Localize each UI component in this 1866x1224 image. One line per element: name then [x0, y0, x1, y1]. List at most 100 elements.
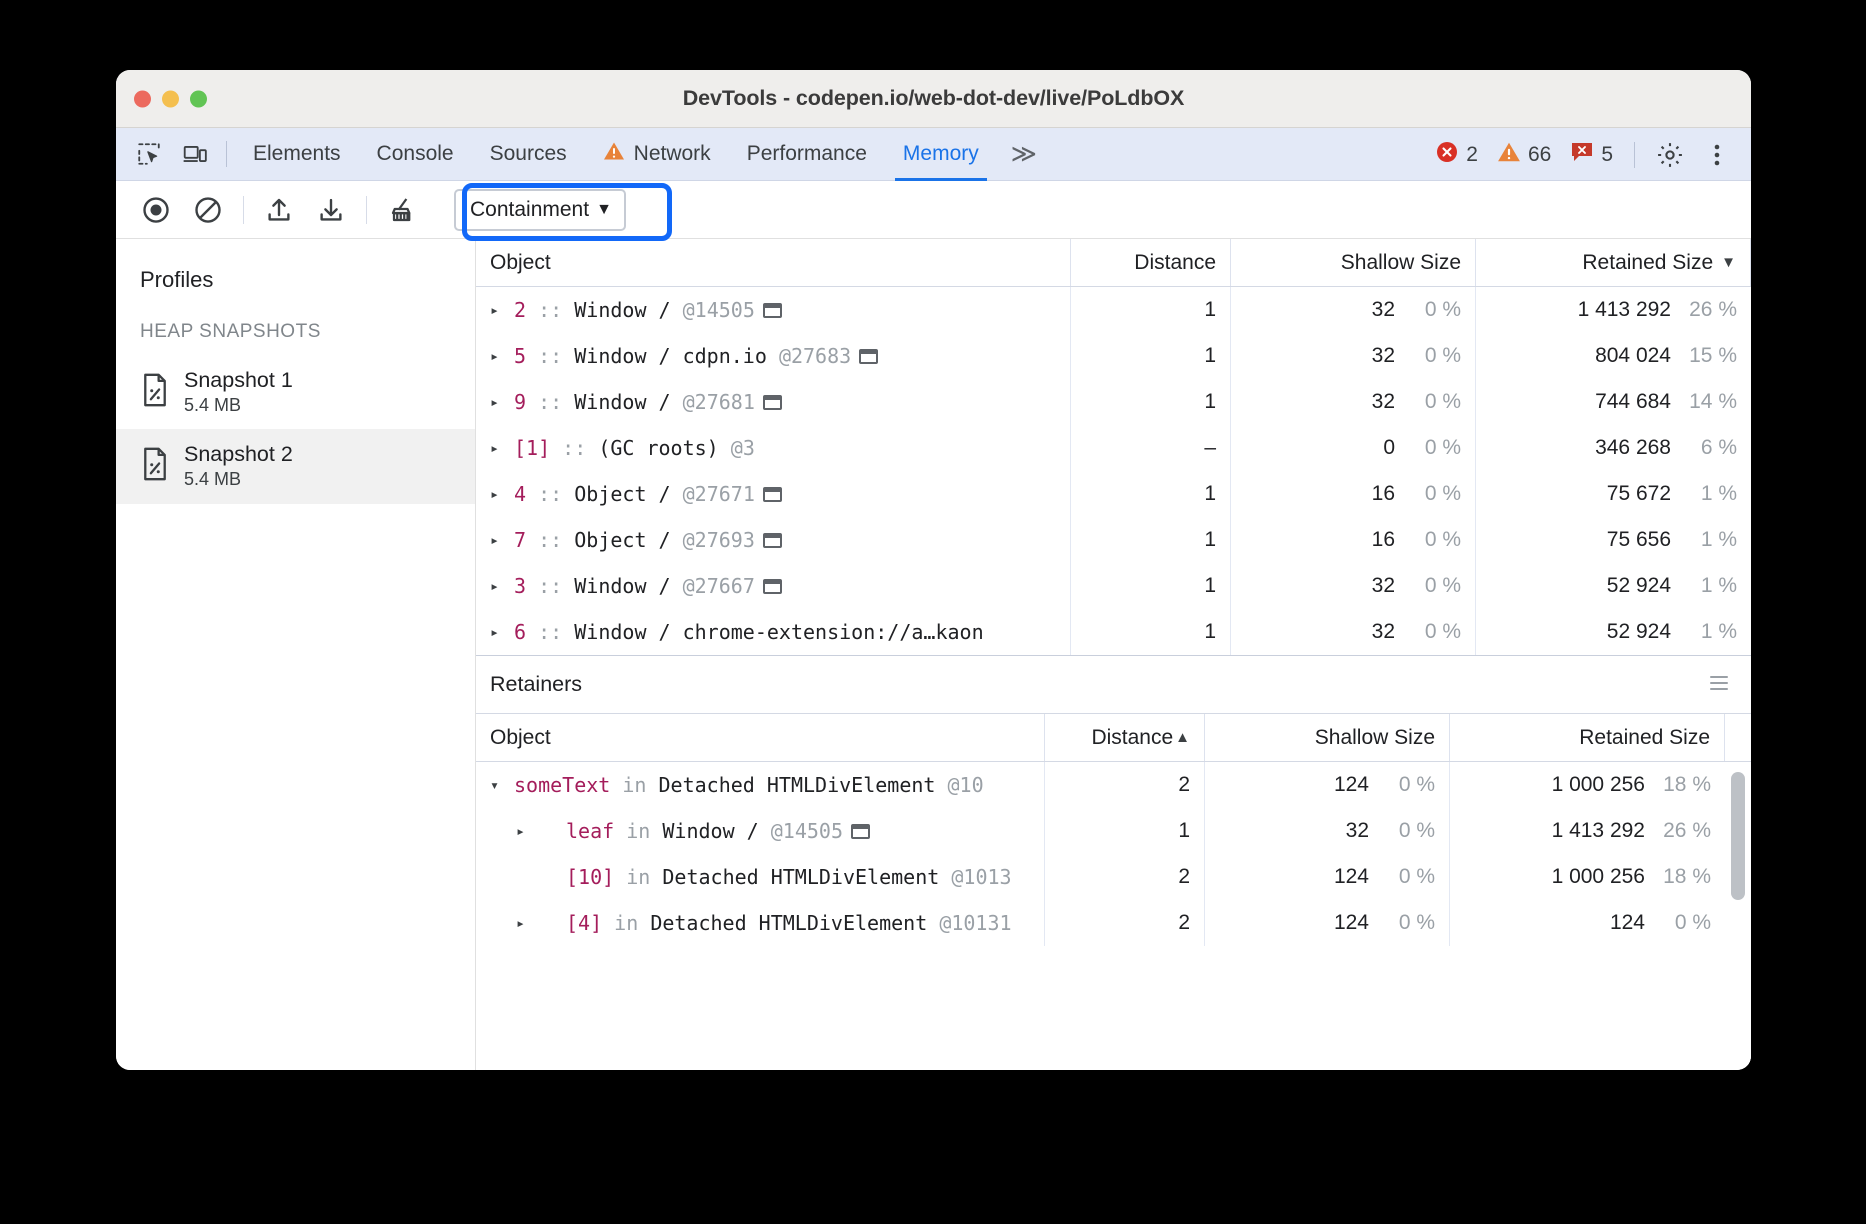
maximize-window-button[interactable]: [190, 90, 207, 107]
table-row[interactable]: ▾someText in Detached HTMLDivElement @10…: [476, 762, 1725, 808]
collapsed-triangle-icon[interactable]: ▸: [490, 485, 514, 503]
object-separator: ::: [538, 620, 562, 644]
column-header-retained-size[interactable]: Retained Size ▼: [1476, 239, 1751, 286]
tab-network[interactable]: Network: [585, 128, 729, 181]
object-class-name: Window /: [574, 574, 670, 598]
hamburger-menu-icon[interactable]: [1707, 673, 1731, 697]
expanded-triangle-icon[interactable]: ▾: [490, 776, 514, 794]
tab-performance[interactable]: Performance: [729, 128, 885, 181]
table-row[interactable]: ▸[4] in Detached HTMLDivElement @1013121…: [476, 900, 1725, 946]
error-counter[interactable]: 2: [1427, 140, 1486, 169]
column-header-distance[interactable]: Distance ▲: [1045, 714, 1205, 761]
kebab-menu-icon[interactable]: [1695, 133, 1739, 177]
tab-elements[interactable]: Elements: [235, 128, 359, 181]
sidebar-item-snapshot-2[interactable]: Snapshot 2 5.4 MB: [116, 429, 475, 503]
table-row[interactable]: ▸5 :: Window / cdpn.io @276831320 %804 0…: [476, 333, 1751, 379]
cell-shallow-size-value: 160 %: [1231, 517, 1476, 563]
table-row[interactable]: ▸7 :: Object / @276931160 %75 6561 %: [476, 517, 1751, 563]
shallow-size-value: 32: [1372, 298, 1395, 322]
cell-distance-value: 1: [1071, 609, 1231, 655]
gear-icon[interactable]: [1648, 133, 1692, 177]
retainers-scrollbar-thumb[interactable]: [1731, 772, 1745, 900]
collapsed-triangle-icon[interactable]: ▸: [490, 577, 514, 595]
inspect-element-icon[interactable]: [126, 134, 172, 174]
window-frame-icon: [763, 487, 782, 502]
object-label: 3 :: Window / @27667: [514, 574, 755, 598]
tab-label: Console: [377, 142, 454, 166]
retained-size-value: 52 924: [1607, 620, 1671, 644]
cell-shallow-size-value: 320 %: [1231, 563, 1476, 609]
object-address: @27667: [683, 574, 755, 598]
column-label: Retained Size: [1582, 251, 1713, 275]
distance-value: 2: [1178, 773, 1190, 797]
column-header-shallow-size[interactable]: Shallow Size: [1205, 714, 1450, 761]
column-header-distance[interactable]: Distance: [1071, 239, 1231, 286]
close-window-button[interactable]: [134, 90, 151, 107]
table-row[interactable]: ▸6 :: Window / chrome-extension://a…kaon…: [476, 609, 1751, 655]
tab-label: Network: [634, 142, 711, 166]
table-row[interactable]: ▸4 :: Object / @276711160 %75 6721 %: [476, 471, 1751, 517]
table-row[interactable]: ▸9 :: Window / @276811320 %744 68414 %: [476, 379, 1751, 425]
table-row[interactable]: ▸leaf in Window / @145051320 %1 413 2922…: [476, 808, 1725, 854]
space: [935, 773, 947, 797]
space: [586, 436, 598, 460]
collapsed-triangle-icon[interactable]: ▸: [490, 301, 514, 319]
issues-counter[interactable]: 5: [1562, 141, 1621, 168]
shallow-size-percent: 0 %: [1409, 482, 1461, 506]
cell-distance-value: 1: [1071, 517, 1231, 563]
space: [526, 298, 538, 322]
space: [650, 865, 662, 889]
collapsed-triangle-icon[interactable]: ▸: [490, 623, 514, 641]
error-count: 2: [1466, 143, 1478, 167]
no-entry-icon[interactable]: [182, 188, 234, 232]
cell-distance-value: 1: [1071, 471, 1231, 517]
cell-shallow-size-value: 320 %: [1231, 333, 1476, 379]
warning-counter[interactable]: 66: [1489, 141, 1559, 168]
column-header-retained-size[interactable]: Retained Size: [1450, 714, 1725, 761]
collapsed-triangle-icon[interactable]: ▸: [490, 531, 514, 549]
collapsed-triangle-icon[interactable]: ▸: [516, 914, 540, 932]
tab-console[interactable]: Console: [359, 128, 472, 181]
collapsed-triangle-icon[interactable]: ▸: [490, 439, 514, 457]
cell-shallow-size-value: 16 0 %: [1231, 471, 1476, 517]
object-class-name: Window /: [574, 390, 670, 414]
retainers-scrollbar[interactable]: [1725, 762, 1751, 1070]
table-row[interactable]: ▸2 :: Window / @145051320 %1 413 29226 %: [476, 287, 1751, 333]
space: [939, 865, 951, 889]
column-header-object[interactable]: Object: [476, 239, 1071, 286]
cell-object: ▸3 :: Window / @27667: [476, 563, 1071, 609]
device-toolbar-icon[interactable]: [172, 134, 218, 174]
column-label: Shallow Size: [1315, 726, 1435, 750]
retainers-header: Retainers: [476, 656, 1751, 714]
distance-value: 1: [1204, 298, 1216, 322]
column-header-object[interactable]: Object: [476, 714, 1045, 761]
view-mode-select[interactable]: Containment ▼: [454, 189, 626, 231]
download-arrow-icon[interactable]: [305, 188, 357, 232]
space: [526, 620, 538, 644]
object-address: @3: [731, 436, 755, 460]
minimize-window-button[interactable]: [162, 90, 179, 107]
record-circle-icon[interactable]: [130, 188, 182, 232]
table-row[interactable]: ▸[10] in Detached HTMLDivElement @101321…: [476, 854, 1725, 900]
retainers-grid-rows[interactable]: ▾someText in Detached HTMLDivElement @10…: [476, 762, 1751, 1070]
column-header-shallow-size[interactable]: Shallow Size: [1231, 239, 1476, 286]
broom-icon[interactable]: [376, 188, 428, 232]
sidebar-item-snapshot-1[interactable]: Snapshot 1 5.4 MB: [116, 355, 475, 429]
more-tabs-chevron-icon[interactable]: ≫: [997, 142, 1051, 167]
cell-distance-value: 2: [1045, 854, 1205, 900]
cell-object: ▸[1] :: (GC roots) @3: [476, 425, 1071, 471]
collapsed-triangle-icon[interactable]: ▸: [516, 822, 540, 840]
collapsed-triangle-icon[interactable]: ▸: [490, 347, 514, 365]
tab-memory[interactable]: Memory: [885, 128, 997, 181]
upload-arrow-icon[interactable]: [253, 188, 305, 232]
containment-grid-rows[interactable]: ▸2 :: Window / @145051320 %1 413 29226 %…: [476, 287, 1751, 655]
cell-object: ▸leaf in Window / @14505: [476, 808, 1045, 854]
object-address: @10: [948, 773, 984, 797]
distance-value: 2: [1178, 911, 1190, 935]
tab-sources[interactable]: Sources: [472, 128, 585, 181]
table-row[interactable]: ▸3 :: Window / @276671320 %52 9241 %: [476, 563, 1751, 609]
object-index: 2: [514, 298, 526, 322]
collapsed-triangle-icon[interactable]: ▸: [490, 393, 514, 411]
shallow-size-value: 16: [1372, 482, 1395, 506]
table-row[interactable]: ▸[1] :: (GC roots) @3–00 %346 2686 %: [476, 425, 1751, 471]
